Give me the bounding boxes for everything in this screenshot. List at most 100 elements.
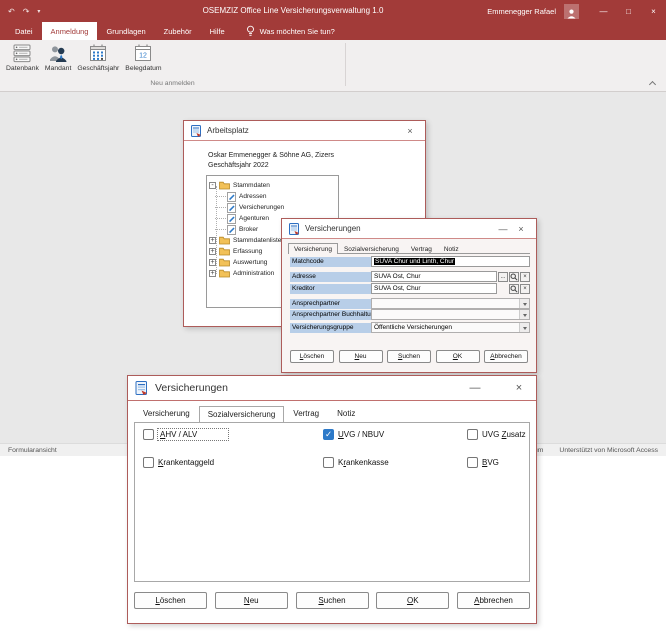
- redo-icon[interactable]: ↷: [23, 7, 30, 16]
- ribbon-tab-row: Datei Anmeldung Grundlagen Zubehör Hilfe…: [0, 22, 666, 40]
- app-title: OSEMZIZ Office Line Versicherungsverwalt…: [202, 6, 384, 15]
- close-icon[interactable]: ×: [508, 382, 530, 394]
- krankentaggeld-checkbox[interactable]: Krankentaggeld: [143, 457, 214, 468]
- tab-vertrag[interactable]: Vertrag: [284, 405, 328, 421]
- app-icon: [135, 381, 147, 395]
- tree-expand-icon[interactable]: +: [209, 248, 216, 255]
- tab-sozialversicherung[interactable]: Sozialversicherung: [338, 243, 405, 254]
- ok-button[interactable]: OK: [435, 350, 480, 363]
- user-avatar[interactable]: [564, 3, 579, 19]
- minimize-icon[interactable]: —: [494, 224, 512, 234]
- search-icon[interactable]: [509, 283, 519, 294]
- ok-button[interactable]: OK: [376, 592, 450, 609]
- ribbon: Datenbank Mandant Geschäftsjahr 12 Beleg…: [0, 40, 666, 92]
- app-icon: [191, 124, 201, 137]
- sozial-tab-panel: AHV / ALV UVG / NBUV UVG Zusatz Krankent…: [134, 422, 530, 582]
- database-icon: [12, 43, 32, 64]
- belegdatum-button[interactable]: 12 Belegdatum: [122, 42, 164, 78]
- loeschen-button[interactable]: Löschen: [134, 592, 207, 609]
- maximize-button[interactable]: □: [616, 0, 641, 22]
- suchen-button[interactable]: Suchen: [295, 592, 369, 609]
- checkbox[interactable]: [323, 457, 334, 468]
- checkbox[interactable]: [323, 429, 334, 440]
- clear-icon[interactable]: ×: [520, 271, 530, 282]
- browse-button[interactable]: ...: [498, 271, 508, 282]
- tab-versicherung[interactable]: Versicherung: [288, 243, 338, 254]
- tree-item-label: Erfassung: [233, 248, 263, 255]
- tree-expand-icon[interactable]: +: [209, 259, 216, 266]
- calendar-grid-icon: [88, 43, 108, 64]
- tab-hilfe[interactable]: Hilfe: [201, 22, 234, 40]
- tab-sozialversicherung[interactable]: Sozialversicherung: [198, 406, 285, 422]
- selected-text: SUVA Chur und Linth, Chur: [374, 258, 456, 265]
- tree-connector: [215, 224, 227, 235]
- ansprechpartner-buchhaltung-dropdown[interactable]: [371, 309, 530, 320]
- clear-icon[interactable]: ×: [520, 283, 530, 294]
- minimize-button[interactable]: —: [591, 0, 616, 22]
- sozial-titlebar[interactable]: Versicherungen — ×: [128, 376, 536, 401]
- uvg-nbuv-checkbox[interactable]: UVG / NBUV: [323, 429, 384, 440]
- checkbox[interactable]: [143, 429, 154, 440]
- tree-item-stammdaten[interactable]: - Stammdaten: [209, 180, 336, 191]
- tab-datei[interactable]: Datei: [6, 22, 42, 40]
- chevron-down-icon[interactable]: [519, 299, 529, 308]
- tree-item-label: Broker: [239, 226, 259, 233]
- quick-access-toolbar: ↶ ↷ ▾: [8, 0, 40, 22]
- close-icon[interactable]: ×: [401, 126, 419, 136]
- tree-connector: [215, 213, 227, 224]
- arbeitsplatz-titlebar[interactable]: Arbeitsplatz ×: [184, 121, 425, 141]
- versicherungsgruppe-dropdown[interactable]: Öffentliche Versicherungen: [371, 322, 530, 333]
- tab-versicherung[interactable]: Versicherung: [134, 405, 199, 421]
- minimize-icon[interactable]: —: [464, 382, 486, 394]
- adresse-field[interactable]: SUVA Ost, Chur: [371, 271, 497, 282]
- tab-notiz[interactable]: Notiz: [438, 243, 465, 254]
- mandant-button[interactable]: Mandant: [42, 42, 74, 78]
- kreditor-field[interactable]: SUVA Ost, Chur: [371, 283, 497, 294]
- tab-anmeldung[interactable]: Anmeldung: [41, 22, 98, 40]
- ahv-alv-checkbox[interactable]: AHV / ALV: [143, 428, 229, 441]
- collapse-ribbon-icon[interactable]: [649, 80, 656, 86]
- customize-qat-icon[interactable]: ▾: [37, 8, 40, 15]
- versicherung-titlebar[interactable]: Versicherungen — ×: [282, 219, 536, 239]
- close-icon[interactable]: ×: [512, 224, 530, 234]
- ansprechpartner-dropdown[interactable]: [371, 298, 530, 309]
- belegdatum-label: Belegdatum: [125, 65, 162, 72]
- dialog-buttons: Löschen Neu Suchen OK Abbrechen: [290, 350, 528, 363]
- undo-icon[interactable]: ↶: [8, 7, 15, 16]
- tab-vertrag[interactable]: Vertrag: [405, 243, 438, 254]
- tab-grundlagen[interactable]: Grundlagen: [97, 22, 154, 40]
- tree-item-versicherungen[interactable]: Versicherungen: [209, 202, 336, 213]
- matchcode-field[interactable]: SUVA Chur und Linth, Chur: [371, 256, 530, 267]
- tree-collapse-icon[interactable]: -: [209, 182, 216, 189]
- ribbon-group-label: Neu anmelden: [150, 80, 195, 87]
- search-icon[interactable]: [509, 271, 519, 282]
- checkbox[interactable]: [467, 457, 478, 468]
- checkbox[interactable]: [143, 457, 154, 468]
- neu-button[interactable]: Neu: [214, 592, 288, 609]
- tellme-box[interactable]: Was möchten Sie tun?: [246, 22, 335, 40]
- uvg-zusatz-checkbox[interactable]: UVG Zusatz: [467, 429, 526, 440]
- tree-expand-icon[interactable]: +: [209, 270, 216, 277]
- loeschen-button[interactable]: Löschen: [290, 350, 334, 363]
- datenbank-button[interactable]: Datenbank: [3, 42, 42, 78]
- abbrechen-button[interactable]: Abbrechen: [457, 592, 530, 609]
- neu-button[interactable]: Neu: [338, 350, 383, 363]
- tab-notiz[interactable]: Notiz: [328, 405, 364, 421]
- geschaeftsjahr-button[interactable]: Geschäftsjahr: [74, 42, 122, 78]
- chevron-down-icon[interactable]: [519, 323, 529, 332]
- close-button[interactable]: ×: [641, 0, 666, 22]
- krankenkasse-checkbox[interactable]: Krankenkasse: [323, 457, 389, 468]
- form-icon: [227, 224, 236, 235]
- chevron-down-icon[interactable]: [519, 310, 529, 319]
- tree-item-adressen[interactable]: Adressen: [209, 191, 336, 202]
- checkbox[interactable]: [467, 429, 478, 440]
- tab-zubehoer[interactable]: Zubehör: [155, 22, 201, 40]
- abbrechen-button[interactable]: Abbrechen: [484, 350, 528, 363]
- signed-in-user[interactable]: Emmenegger Rafael: [487, 7, 556, 16]
- versicherung-tabstrip: Versicherung Sozialversicherung Vertrag …: [288, 243, 530, 254]
- sozialversicherung-dialog: Versicherungen — × Versicherung Sozialve…: [127, 375, 537, 624]
- tree-expand-icon[interactable]: +: [209, 237, 216, 244]
- suchen-button[interactable]: Suchen: [387, 350, 431, 363]
- tree-item-label: Stammdatenlisten: [233, 237, 286, 244]
- bvg-checkbox[interactable]: BVG: [467, 457, 499, 468]
